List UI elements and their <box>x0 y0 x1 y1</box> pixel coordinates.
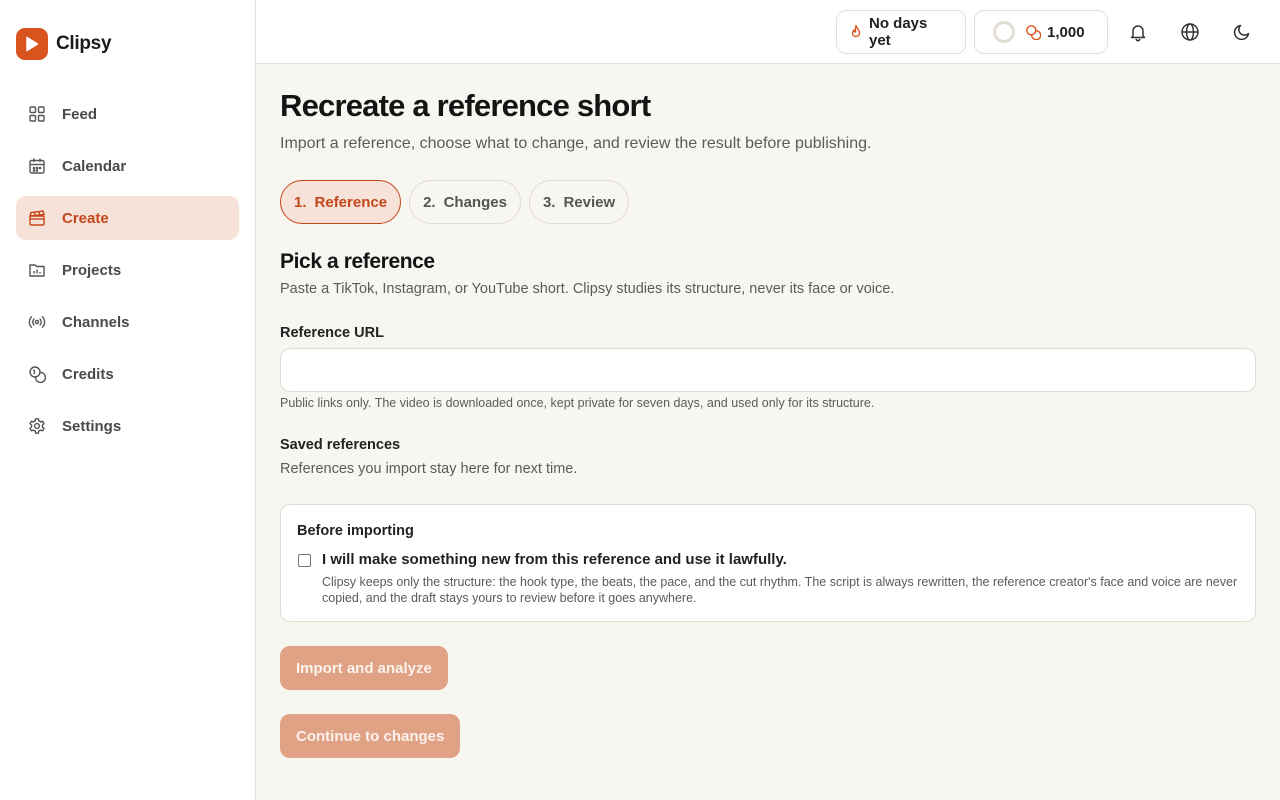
sidebar-item-label: Calendar <box>62 157 127 175</box>
import-and-analyze-button[interactable]: Import and analyze <box>280 646 448 690</box>
calendar-icon <box>28 157 46 175</box>
topbar: No days yet 1,000 <box>256 0 1280 64</box>
step-number: 1. <box>294 193 307 211</box>
step-number: 2. <box>423 193 436 211</box>
streak-pill[interactable]: No days yet <box>836 10 966 54</box>
section-title: Pick a reference <box>280 250 435 273</box>
sidebar-item-feed[interactable]: Feed <box>16 92 239 136</box>
globe-icon[interactable] <box>1178 20 1202 44</box>
continue-to-changes-button[interactable]: Continue to changes <box>280 714 461 758</box>
coins-icon <box>28 365 46 383</box>
step-review[interactable]: 3. Review <box>528 180 630 224</box>
consent-card: Before importing I will make something n… <box>280 504 1256 622</box>
sidebar-nav: Feed Calendar Create Projects Channels C… <box>16 92 239 456</box>
step-number: 3. <box>542 193 556 211</box>
streak-label: No days yet <box>869 15 928 49</box>
sidebar-item-create[interactable]: Create <box>16 196 239 240</box>
sidebar-item-settings[interactable]: Settings <box>16 404 239 448</box>
flame-icon <box>849 24 863 40</box>
sidebar-item-label: Feed <box>62 105 98 123</box>
credits-pill[interactable]: 1,000 <box>974 10 1108 54</box>
step-label: Changes <box>443 193 507 211</box>
saved-references-subtitle: References you import stay here for next… <box>280 461 578 477</box>
reference-url-label: Reference URL <box>280 325 384 341</box>
saved-references-title: Saved references <box>280 437 401 453</box>
play-logo-icon <box>16 28 48 60</box>
page-title: Recreate a reference short <box>280 88 651 123</box>
step-changes[interactable]: 2. Changes <box>409 180 521 224</box>
consent-title: Before importing <box>297 523 414 539</box>
broadcast-icon <box>28 313 46 331</box>
credits-progress-ring <box>993 21 1015 43</box>
coins-icon <box>1025 24 1041 40</box>
stepper: 1. Reference 2. Changes 3. Review <box>280 180 637 224</box>
sidebar: Clipsy Feed Calendar Create Projects Cha… <box>0 0 256 800</box>
grid-icon <box>28 105 46 123</box>
folder-chart-icon <box>28 261 46 279</box>
step-label: Review <box>563 193 616 211</box>
reference-url-input[interactable] <box>280 348 1256 392</box>
reference-url-help: Public links only. The video is download… <box>280 396 875 410</box>
sidebar-item-label: Create <box>62 209 109 227</box>
credits-value: 1,000 <box>1047 23 1085 41</box>
consent-checkbox[interactable] <box>298 554 311 567</box>
gear-icon <box>28 417 46 435</box>
sidebar-item-credits[interactable]: Credits <box>16 352 239 396</box>
section-subtitle: Paste a TikTok, Instagram, or YouTube sh… <box>280 281 895 297</box>
bell-icon[interactable] <box>1126 20 1150 44</box>
consent-description: Clipsy keeps only the structure: the hoo… <box>322 575 1238 605</box>
sidebar-item-channels[interactable]: Channels <box>16 300 239 344</box>
clapperboard-icon <box>28 209 46 227</box>
step-label: Reference <box>314 193 388 211</box>
sidebar-item-label: Projects <box>62 261 122 279</box>
sidebar-item-label: Channels <box>62 313 130 331</box>
step-reference[interactable]: 1. Reference <box>280 180 402 224</box>
sidebar-item-projects[interactable]: Projects <box>16 248 239 292</box>
moon-icon[interactable] <box>1230 20 1254 44</box>
brand-name: Clipsy <box>56 33 112 54</box>
sidebar-item-calendar[interactable]: Calendar <box>16 144 239 188</box>
brand[interactable]: Clipsy <box>16 28 112 60</box>
sidebar-item-label: Credits <box>62 365 114 383</box>
sidebar-item-label: Settings <box>62 417 122 435</box>
page-subtitle: Import a reference, choose what to chang… <box>280 135 872 152</box>
consent-checkbox-label[interactable]: I will make something new from this refe… <box>322 551 787 568</box>
